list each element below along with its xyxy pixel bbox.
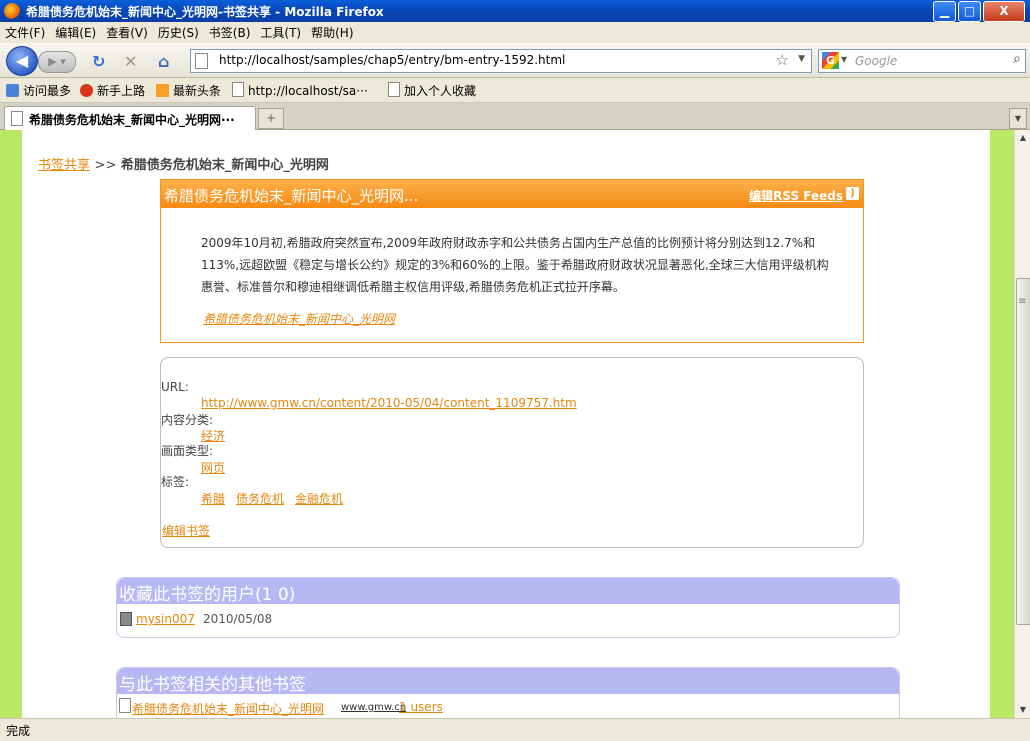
entry-description: 2009年10月初,希腊政府突然宣布,2009年政府财政赤字和公共债务占国内生产… xyxy=(201,236,829,294)
scroll-grip-icon: ≡ xyxy=(1018,296,1027,307)
tag-link[interactable]: 希腊 xyxy=(201,490,225,507)
breadcrumb-current: 希腊债务危机始末_新闻中心_光明网 xyxy=(120,158,329,173)
page-viewport: 书签共享 >> 希腊债务危机始末_新闻中心_光明网 希腊债务危机始末_新闻中心_… xyxy=(0,130,1014,718)
category-label: 内容分类: xyxy=(161,413,214,427)
user-avatar-icon xyxy=(120,612,132,626)
bookmark-label: 新手上路 xyxy=(97,84,146,98)
list-all-tabs-button[interactable]: ▼ xyxy=(1009,108,1027,129)
user-link[interactable]: mysin007 xyxy=(136,612,195,626)
scroll-down-icon[interactable]: ▼ xyxy=(1015,702,1030,718)
rss-icon[interactable]: ) xyxy=(846,187,859,200)
tags-label: 标签: xyxy=(161,475,190,489)
related-bookmark-users-link[interactable]: 1 users xyxy=(399,700,443,714)
engine-dropdown-icon[interactable]: ▼ xyxy=(841,55,847,64)
new-tab-button[interactable]: + xyxy=(258,108,284,129)
window-titlebar: 希腊债务危机始末_新闻中心_光明网-书签共享 - Mozilla Firefox… xyxy=(0,0,1030,22)
reload-icon[interactable]: ↻ xyxy=(92,52,105,71)
menu-tools[interactable]: 工具(T) xyxy=(255,22,306,41)
url-bar[interactable]: http://localhost/samples/chap5/entry/bm-… xyxy=(190,49,812,73)
bookmark-add-favorites[interactable]: 加入个人收藏 xyxy=(388,82,476,99)
back-button[interactable]: ◀ xyxy=(6,46,38,76)
breadcrumb-separator: >> xyxy=(94,158,117,173)
navigation-toolbar: ◀ ▶ ▾ ↻ ✕ ⌂ http://localhost/samples/cha… xyxy=(0,43,1030,78)
tab-title: 希腊债务危机始末_新闻中心_光明网··· xyxy=(29,113,235,127)
breadcrumb-link[interactable]: 书签共享 xyxy=(38,158,90,173)
close-button[interactable]: X xyxy=(983,1,1025,22)
edit-bookmark-link[interactable]: 编辑书签 xyxy=(162,522,210,539)
url-label: URL: xyxy=(161,380,189,394)
maximize-button[interactable]: □ xyxy=(958,1,981,22)
rss-feed-icon xyxy=(156,84,169,97)
page-icon xyxy=(388,82,400,97)
bookmark-most-visited[interactable]: 访问最多 xyxy=(6,82,71,99)
firefox-icon xyxy=(4,3,20,19)
related-section-header: 与此书签相关的其他书签 xyxy=(117,668,899,695)
scroll-up-icon[interactable]: ▲ xyxy=(1015,130,1030,146)
right-green-stripe xyxy=(990,130,1014,718)
bookmark-label: 最新头条 xyxy=(173,84,222,98)
bookmark-localhost[interactable]: http://localhost/sa··· xyxy=(232,82,368,98)
vertical-scrollbar[interactable]: ▲ ≡ ▼ xyxy=(1014,130,1030,718)
users-section-header: 收藏此书签的用户(1 0) xyxy=(117,578,899,605)
menu-bookmarks[interactable]: 书签(B) xyxy=(204,22,256,41)
related-bookmark-domain[interactable]: www.gmw.cn xyxy=(341,702,406,713)
bookmarked-users-card: 收藏此书签的用户(1 0) mysin007 2010/05/08 xyxy=(116,577,900,638)
entry-card: 希腊债务危机始末_新闻中心_光明网... 编辑RSS Feeds ) 2009年… xyxy=(160,179,864,343)
related-bookmark-link[interactable]: 希腊债务危机始末_新闻中心_光明网 xyxy=(132,700,324,717)
page-type-label: 画面类型: xyxy=(161,444,214,458)
menu-help[interactable]: 帮助(H) xyxy=(306,22,358,41)
window-title: 希腊债务危机始末_新闻中心_光明网-书签共享 - Mozilla Firefox xyxy=(26,5,384,19)
related-section-title: 与此书签相关的其他书签 xyxy=(119,675,306,695)
bookmark-url-link[interactable]: http://www.gmw.cn/content/2010-05/04/con… xyxy=(201,396,577,410)
search-icon[interactable]: ⌕ xyxy=(1013,51,1021,67)
entry-title: 希腊债务危机始末_新闻中心_光明网... xyxy=(164,187,419,205)
menu-view[interactable]: 查看(V) xyxy=(101,22,153,41)
menu-edit[interactable]: 编辑(E) xyxy=(50,22,101,41)
bookmark-details-card: URL: http://www.gmw.cn/content/2010-05/0… xyxy=(160,357,864,548)
bookmark-label: http://localhost/sa··· xyxy=(248,84,368,98)
getting-started-icon xyxy=(80,84,93,97)
page-icon xyxy=(232,82,244,97)
tab-bar: 希腊债务危机始末_新闻中心_光明网··· + ▼ xyxy=(0,103,1030,130)
related-bookmarks-card: 与此书签相关的其他书签 希腊债务危机始末_新闻中心_光明网 www.gmw.cn… xyxy=(116,667,900,718)
tab-active[interactable]: 希腊债务危机始末_新闻中心_光明网··· xyxy=(4,106,256,130)
tag-link[interactable]: 金融危机 xyxy=(295,490,343,507)
url-dropdown-icon[interactable]: ▼ xyxy=(798,54,805,64)
users-section-title: 收藏此书签的用户(1 0) xyxy=(119,585,296,605)
page-icon xyxy=(11,111,23,126)
bookmark-label: 加入个人收藏 xyxy=(404,84,477,98)
url-text: http://localhost/samples/chap5/entry/bm-… xyxy=(219,53,566,67)
scroll-thumb[interactable] xyxy=(1016,278,1030,625)
stop-icon[interactable]: ✕ xyxy=(124,52,137,71)
status-text: 完成 xyxy=(6,724,31,738)
page-icon xyxy=(119,698,131,713)
user-bookmark-date: 2010/05/08 xyxy=(203,612,273,626)
bookmark-latest-headlines[interactable]: 最新头条 xyxy=(156,82,221,99)
menu-bar: 文件(F) 编辑(E) 查看(V) 历史(S) 书签(B) 工具(T) 帮助(H) xyxy=(0,22,1030,44)
entry-header: 希腊债务危机始末_新闻中心_光明网... 编辑RSS Feeds ) xyxy=(161,180,863,208)
bookmarks-toolbar: 访问最多 新手上路 最新头条 http://localhost/sa··· 加入… xyxy=(0,78,1030,103)
menu-file[interactable]: 文件(F) xyxy=(0,22,50,41)
left-green-stripe xyxy=(0,130,22,718)
most-visited-icon xyxy=(6,84,19,97)
page-type-link[interactable]: 网页 xyxy=(201,459,225,476)
search-box[interactable]: G ▼ Google ⌕ xyxy=(818,49,1026,73)
bookmark-star-icon[interactable]: ☆ xyxy=(776,51,789,69)
bookmark-getting-started[interactable]: 新手上路 xyxy=(80,82,145,99)
tag-link[interactable]: 债务危机 xyxy=(236,490,284,507)
breadcrumb: 书签共享 >> 希腊债务危机始末_新闻中心_光明网 xyxy=(38,154,329,173)
status-bar: 完成 xyxy=(0,718,1030,741)
home-icon[interactable]: ⌂ xyxy=(158,52,169,71)
bookmark-label: 访问最多 xyxy=(23,84,72,98)
minimize-button[interactable]: ▁ xyxy=(933,1,956,22)
menu-history[interactable]: 历史(S) xyxy=(153,22,204,41)
search-placeholder: Google xyxy=(855,54,898,68)
page-icon xyxy=(195,53,208,69)
edit-rss-link[interactable]: 编辑RSS Feeds xyxy=(749,187,843,204)
google-engine-icon[interactable]: G xyxy=(822,52,839,69)
entry-source-link[interactable]: 希腊债务危机始末_新闻中心_光明网 xyxy=(203,310,395,327)
forward-button[interactable]: ▶ ▾ xyxy=(38,51,76,73)
